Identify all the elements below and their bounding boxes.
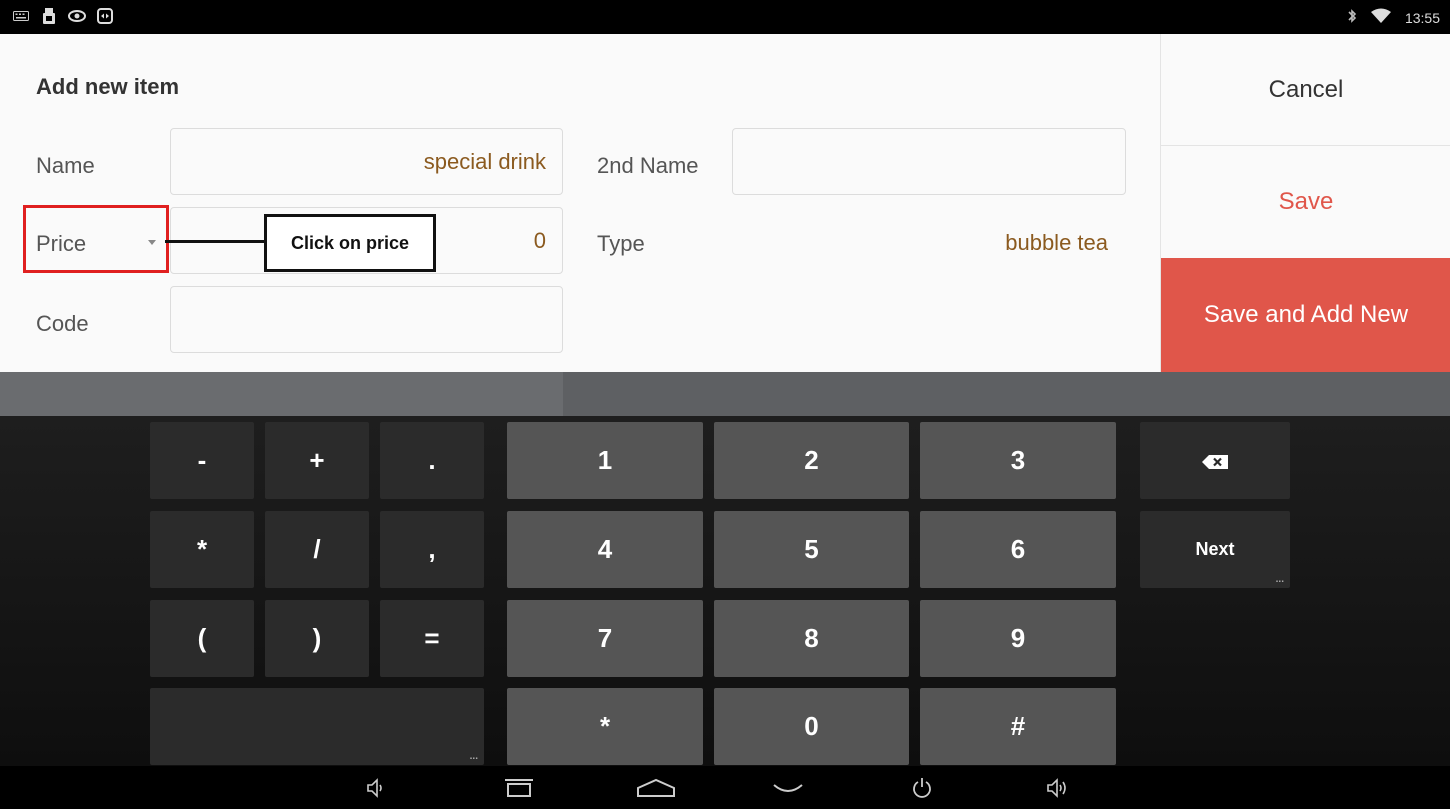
name-field-value: special drink	[423, 148, 546, 174]
form-title: Add new item	[36, 74, 180, 99]
teamviewer-icon	[96, 7, 114, 25]
keyboard-icon	[12, 7, 30, 25]
recent-apps-icon[interactable]	[502, 774, 536, 802]
bluetooth-icon	[1347, 8, 1357, 27]
numeric-keyboard: - + . * / , ( ) = ... 1 2 3 4 5 6 7 8 9 …	[0, 416, 1450, 766]
key-comma[interactable]: ,	[380, 511, 484, 588]
type-value[interactable]: bubble tea	[1005, 230, 1108, 256]
home-icon[interactable]	[634, 774, 678, 802]
key-2[interactable]: 2	[714, 422, 909, 499]
key-star[interactable]: *	[507, 688, 703, 765]
screen: 13:55 Add new item Name special drink 2n…	[0, 0, 1450, 809]
next-key-hint: ...	[1275, 574, 1284, 585]
wifi-icon	[1370, 8, 1391, 27]
save-and-add-new-button[interactable]: Save and Add New	[1161, 258, 1450, 372]
second-name-field[interactable]	[732, 128, 1126, 195]
hide-keyboard-icon[interactable]	[771, 774, 805, 802]
backspace-icon	[1202, 445, 1228, 476]
key-plus[interactable]: +	[265, 422, 369, 499]
name-label: Name	[36, 153, 95, 178]
key-hash[interactable]: #	[920, 688, 1116, 765]
volume-up-icon[interactable]	[1041, 774, 1075, 802]
key-slash[interactable]: /	[265, 511, 369, 588]
key-open-paren[interactable]: (	[150, 600, 254, 677]
key-equals[interactable]: =	[380, 600, 484, 677]
key-space[interactable]: ...	[150, 688, 484, 765]
next-key-label: Next	[1195, 539, 1235, 559]
keyboard-candidate-strip	[0, 372, 1450, 416]
backspace-key[interactable]	[1140, 422, 1290, 499]
usb-icon	[40, 7, 58, 25]
key-close-paren[interactable]: )	[265, 600, 369, 677]
navigation-bar	[0, 766, 1450, 809]
key-1[interactable]: 1	[507, 422, 703, 499]
price-highlight-box	[23, 205, 169, 273]
space-key-hint: ...	[469, 751, 478, 762]
code-label: Code	[36, 311, 89, 336]
key-minus[interactable]: -	[150, 422, 254, 499]
type-label: Type	[597, 231, 645, 256]
second-name-label: 2nd Name	[597, 153, 699, 178]
key-asterisk[interactable]: *	[150, 511, 254, 588]
key-period[interactable]: .	[380, 422, 484, 499]
add-item-form: Add new item Name special drink 2nd Name…	[0, 34, 1160, 372]
annotation-connector	[165, 240, 265, 243]
key-5[interactable]: 5	[714, 511, 909, 588]
code-field[interactable]	[170, 286, 563, 353]
key-7[interactable]: 7	[507, 600, 703, 677]
key-6[interactable]: 6	[920, 511, 1116, 588]
candidate-strip-left	[0, 372, 563, 416]
price-field-value: 0	[533, 227, 546, 253]
status-bar-left-icons	[12, 7, 114, 25]
power-icon[interactable]	[905, 774, 939, 802]
key-0[interactable]: 0	[714, 688, 909, 765]
annotation-callout: Click on price	[264, 214, 436, 272]
action-panel: Cancel Save Save and Add New	[1160, 34, 1450, 372]
cancel-button[interactable]: Cancel	[1161, 34, 1450, 146]
name-field[interactable]: special drink	[170, 128, 563, 195]
key-8[interactable]: 8	[714, 600, 909, 677]
volume-down-icon[interactable]	[359, 774, 393, 802]
status-bar: 13:55	[0, 0, 1450, 34]
next-key[interactable]: Next ...	[1140, 511, 1290, 588]
key-3[interactable]: 3	[920, 422, 1116, 499]
eye-icon	[68, 7, 86, 25]
key-4[interactable]: 4	[507, 511, 703, 588]
status-bar-right: 13:55	[1347, 8, 1440, 27]
clock: 13:55	[1404, 9, 1440, 26]
key-9[interactable]: 9	[920, 600, 1116, 677]
save-button[interactable]: Save	[1161, 146, 1450, 258]
